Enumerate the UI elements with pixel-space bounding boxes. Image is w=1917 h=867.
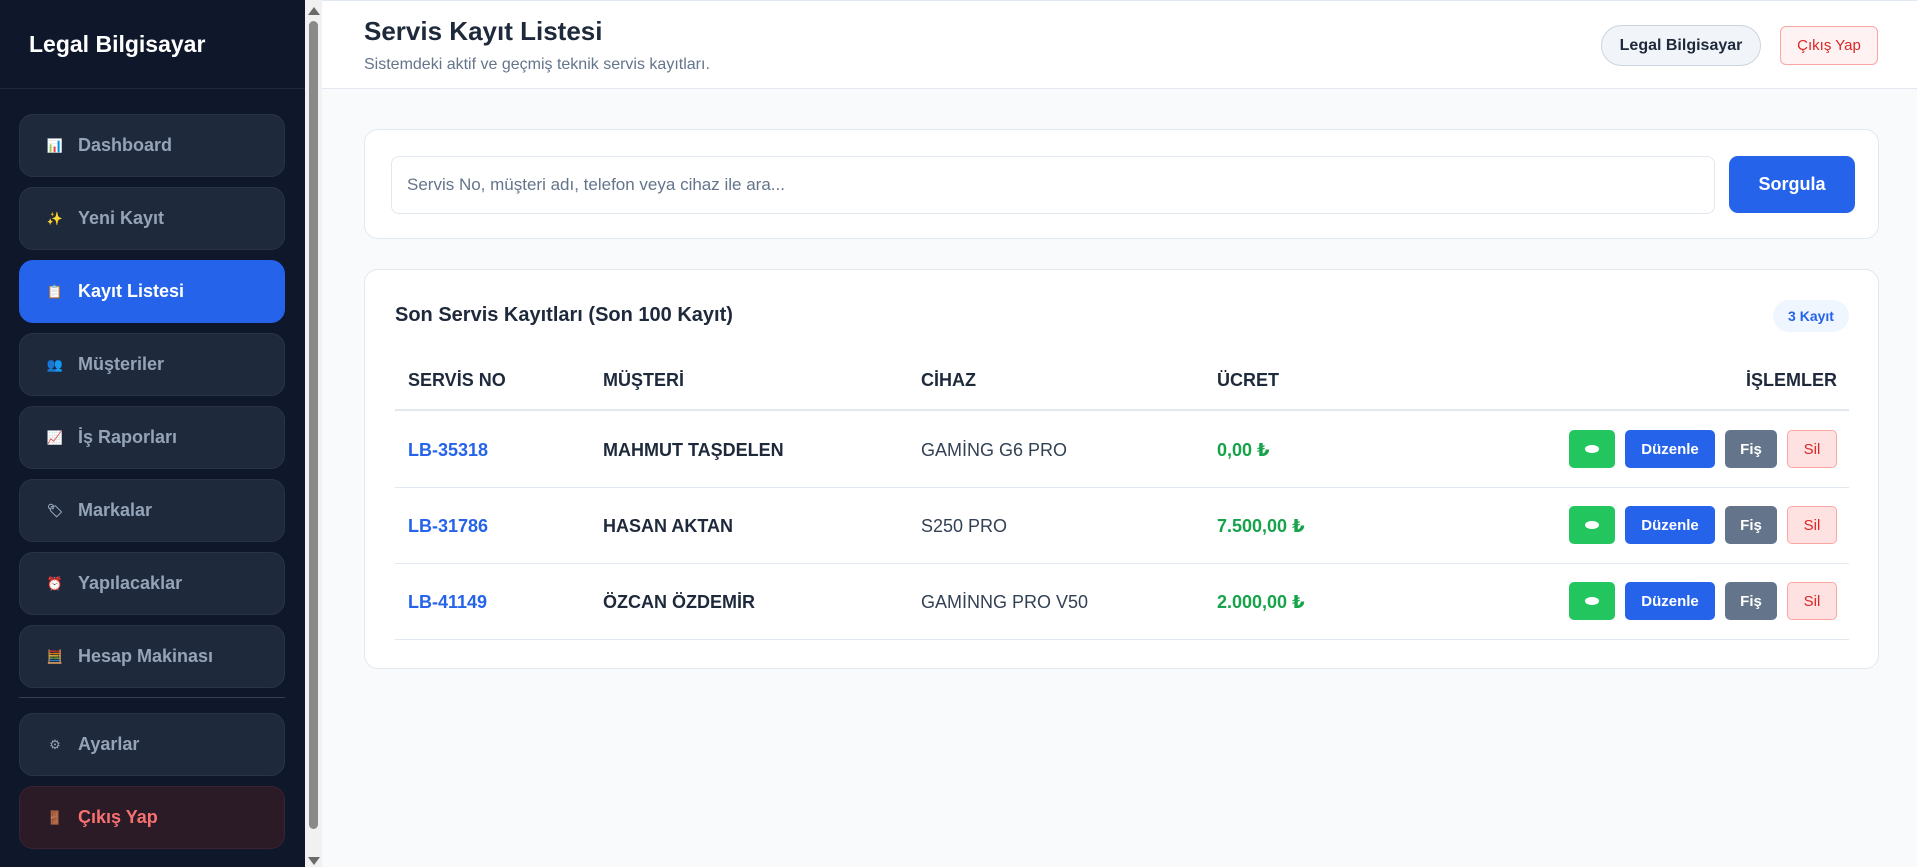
sidebar-item-brands[interactable]: 🏷 Markalar [19,479,285,542]
records-title: Son Servis Kayıtları (Son 100 Kayıt) [395,304,733,326]
receipt-button[interactable]: Fiş [1725,582,1777,620]
row-actions: Düzenle Fiş Sil [1569,430,1837,470]
fee-cell: 2.000,00 ₺ [1217,592,1305,612]
sidebar-item-label: Yeni Kayıt [78,208,165,228]
sidebar-item-calculator[interactable]: 🧮 Hesap Makinası [19,625,285,688]
table-header: SERVİS NO MÜŞTERİ CİHAZ ÜCRET İŞLEMLER [395,350,1849,411]
row-actions: Düzenle Fiş Sil [1569,506,1837,546]
alarm-clock-icon: ⏰ [46,575,64,591]
sidebar-item-label: Kayıt Listesi [78,281,185,301]
sidebar-item-label: Yapılacaklar [78,573,183,593]
edit-button[interactable]: Düzenle [1625,506,1715,544]
edit-button[interactable]: Düzenle [1625,582,1715,620]
delete-button[interactable]: Sil [1787,582,1837,620]
sidebar-item-label: Çıkış Yap [78,807,158,827]
gear-icon: ⚙ [49,736,61,752]
view-button[interactable] [1569,506,1615,544]
column-header-service-no: SERVİS NO [408,370,506,390]
abacus-icon: 🧮 [46,648,64,664]
table-row: LB-41149 ÖZCAN ÖZDEMİR GAMİNNG PRO V50 2… [395,564,1849,640]
sidebar-divider [19,697,285,698]
search-button[interactable]: Sorgula [1729,156,1855,213]
edit-button[interactable]: Düzenle [1625,430,1715,468]
sidebar-item-label: Hesap Makinası [78,646,214,666]
column-header-device: CİHAZ [921,370,976,390]
search-card: Sorgula [364,129,1879,239]
records-card: Son Servis Kayıtları (Son 100 Kayıt) 3 K… [364,269,1879,669]
page-subtitle: Sistemdeki aktif ve geçmiş teknik servis… [364,56,710,73]
fee-cell: 0,00 ₺ [1217,440,1270,460]
header-logout-button[interactable]: Çıkış Yap [1780,26,1878,65]
sidebar-item-settings[interactable]: ⚙ Ayarlar [19,713,285,776]
device-cell: GAMİNG G6 PRO [921,440,1068,460]
scroll-up-arrow-icon[interactable] [308,7,320,15]
scroll-down-arrow-icon[interactable] [308,857,320,865]
table-row: LB-35318 MAHMUT TAŞDELEN GAMİNG G6 PRO 0… [395,412,1849,488]
search-input[interactable] [391,156,1715,214]
service-no-link[interactable]: LB-41149 [408,564,487,640]
view-button[interactable] [1569,582,1615,620]
fee-cell: 7.500,00 ₺ [1217,516,1305,536]
sidebar-scrollbar[interactable] [305,0,322,867]
sidebar-nav: 📊 Dashboard ✨ Yeni Kayıt 📋 Kayıt Listesi… [19,114,285,859]
sidebar-item-dashboard[interactable]: 📊 Dashboard [19,114,285,177]
page-title: Servis Kayıt Listesi [364,16,603,46]
customer-cell: MAHMUT TAŞDELEN [603,440,784,460]
sidebar-item-customers[interactable]: 👥 Müşteriler [19,333,285,396]
sidebar-item-todos[interactable]: ⏰ Yapılacaklar [19,552,285,615]
trend-chart-icon: 📈 [46,429,64,445]
sidebar-item-new-record[interactable]: ✨ Yeni Kayıt [19,187,285,250]
door-icon: 🚪 [46,809,64,825]
sidebar-item-record-list[interactable]: 📋 Kayıt Listesi [19,260,285,323]
column-header-actions: İŞLEMLER [1745,370,1837,390]
sidebar-item-label: Dashboard [78,135,173,155]
sidebar-item-label: Markalar [78,500,153,520]
sidebar-item-label: Ayarlar [78,734,140,754]
delete-button[interactable]: Sil [1787,430,1837,468]
customer-cell: HASAN AKTAN [603,516,733,536]
scroll-thumb[interactable] [309,21,318,829]
sidebar-item-label: İş Raporları [78,427,178,447]
eye-icon [1585,597,1599,605]
eye-icon [1585,445,1599,453]
delete-button[interactable]: Sil [1787,506,1837,544]
sidebar: Legal Bilgisayar 📊 Dashboard ✨ Yeni Kayı… [0,0,305,867]
user-chip[interactable]: Legal Bilgisayar [1601,25,1761,66]
row-actions: Düzenle Fiş Sil [1569,582,1837,622]
service-no-link[interactable]: LB-31786 [408,488,488,564]
sparkles-icon: ✨ [46,210,64,226]
column-header-fee: ÜCRET [1217,370,1279,390]
page-header: Servis Kayıt Listesi Sistemdeki aktif ve… [322,0,1917,89]
device-cell: S250 PRO [921,516,1008,536]
brand-title: Legal Bilgisayar [0,0,305,89]
bar-chart-icon: 📊 [46,137,64,153]
sidebar-item-label: Müşteriler [78,354,165,374]
sidebar-item-reports[interactable]: 📈 İş Raporları [19,406,285,469]
users-icon: 👥 [46,356,64,372]
eye-icon [1585,521,1599,529]
sidebar-item-logout[interactable]: 🚪 Çıkış Yap [19,786,285,849]
service-no-link[interactable]: LB-35318 [408,412,488,488]
record-count-badge: 3 Kayıt [1773,300,1849,332]
table-row: LB-31786 HASAN AKTAN S250 PRO 7.500,00 ₺… [395,488,1849,564]
receipt-button[interactable]: Fiş [1725,430,1777,468]
clipboard-icon: 📋 [46,283,64,299]
customer-cell: ÖZCAN ÖZDEMİR [603,592,755,612]
column-header-customer: MÜŞTERİ [603,370,684,390]
device-cell: GAMİNNG PRO V50 [921,592,1089,612]
view-button[interactable] [1569,430,1615,468]
receipt-button[interactable]: Fiş [1725,506,1777,544]
tag-icon: 🏷 [46,502,64,518]
